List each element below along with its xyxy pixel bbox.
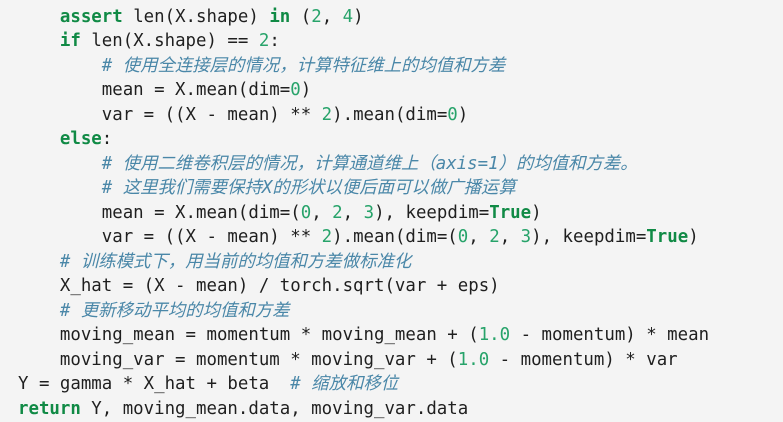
- code-keyword: if: [59, 31, 81, 51]
- code-number: 0: [447, 105, 458, 125]
- code-text: ): [300, 80, 312, 100]
- code-number: 2: [321, 105, 333, 125]
- code-text: ): [531, 203, 542, 223]
- code-comment: # 使用全连接层的情况，计算特征维上的均值和方差: [101, 56, 506, 76]
- code-line: # 这里我们需要保持X的形状以便后面可以做广播运算: [18, 176, 516, 200]
- code-line: var = ((X - mean) ** 2).mean(dim=0): [18, 103, 469, 127]
- code-text: Y, moving_mean.data, moving_var.data: [80, 399, 469, 419]
- code-text: ,: [342, 203, 364, 223]
- code-number: 1.0: [457, 350, 490, 370]
- code-comment: # 缩放和移位: [290, 374, 399, 394]
- code-number: 0: [457, 227, 469, 247]
- code-text: Y = gamma * X_hat + beta: [18, 374, 291, 394]
- code-text: (: [290, 7, 312, 27]
- code-line: Y = gamma * X_hat + beta # 缩放和移位: [18, 372, 398, 396]
- code-keyword: in: [269, 7, 291, 27]
- code-text: - momentum) * mean: [510, 325, 710, 345]
- code-keyword: assert: [59, 7, 123, 27]
- code-comment: # 训练模式下，用当前的均值和方差做标准化: [59, 252, 412, 272]
- code-line: # 使用全连接层的情况，计算特征维上的均值和方差: [18, 54, 506, 78]
- code-number: 2: [311, 7, 322, 27]
- code-line: if len(X.shape) == 2:: [18, 29, 280, 53]
- code-text: ).mean(dim=: [332, 105, 448, 125]
- code-comment: # 更新移动平均的均值和方差: [59, 301, 290, 321]
- code-keyword: return: [18, 399, 81, 419]
- code-text: ,: [311, 203, 333, 223]
- code-line: # 训练模式下，用当前的均值和方差做标准化: [18, 250, 411, 274]
- code-line: var = ((X - mean) ** 2).mean(dim=(0, 2, …: [18, 225, 699, 249]
- code-line: moving_mean = momentum * moving_mean + (…: [18, 323, 709, 347]
- code-number: 0: [300, 203, 312, 223]
- code-text: ): [353, 7, 364, 27]
- code-number: 2: [332, 203, 343, 223]
- code-line: mean = X.mean(dim=0): [18, 78, 311, 102]
- code-number: 2: [258, 31, 270, 51]
- code-text: var = ((X - mean) **: [101, 105, 322, 125]
- code-line: # 使用二维卷积层的情况，计算通道维上（axis=1）的均值和方差。: [18, 152, 638, 176]
- code-line: return Y, moving_mean.data, moving_var.d…: [18, 397, 468, 421]
- code-keyword: True: [489, 203, 532, 223]
- code-line: moving_var = momentum * moving_var + (1.…: [18, 348, 678, 372]
- code-text: ): [688, 227, 699, 247]
- code-line: mean = X.mean(dim=(0, 2, 3), keepdim=Tru…: [18, 201, 542, 225]
- code-text: len(X.shape): [122, 7, 270, 27]
- code-number: 0: [290, 80, 301, 100]
- code-comment: # 这里我们需要保持X的形状以便后面可以做广播运算: [101, 178, 516, 198]
- code-text: len(X.shape) ==: [80, 31, 259, 51]
- code-number: 3: [520, 227, 532, 247]
- code-line: # 更新移动平均的均值和方差: [18, 299, 290, 323]
- code-keyword: else: [59, 129, 102, 149]
- code-text: moving_var = momentum * moving_var + (: [59, 350, 458, 370]
- code-text: ,: [468, 227, 490, 247]
- code-text: ).mean(dim=(: [332, 227, 458, 247]
- code-text: - momentum) * var: [489, 350, 678, 370]
- code-line: X_hat = (X - mean) / torch.sqrt(var + ep…: [18, 274, 500, 298]
- code-number: 2: [321, 227, 333, 247]
- code-text: ), keepdim=: [531, 227, 647, 247]
- code-number: 4: [342, 7, 354, 27]
- code-text: mean = X.mean(dim=: [101, 80, 291, 100]
- code-number: 1.0: [478, 325, 511, 345]
- code-text: ), keepdim=: [374, 203, 490, 223]
- code-text: ,: [321, 7, 343, 27]
- code-number: 2: [489, 227, 500, 247]
- code-text: var = ((X - mean) **: [101, 227, 322, 247]
- code-text: X_hat = (X - mean) / torch.sqrt(var + ep…: [59, 276, 500, 296]
- code-text: :: [101, 129, 113, 149]
- code-line: else:: [18, 127, 112, 151]
- code-text: ): [457, 105, 469, 125]
- code-text: mean = X.mean(dim=(: [101, 203, 301, 223]
- code-editor: assert len(X.shape) in (2, 4) if len(X.s…: [0, 0, 783, 422]
- code-text: :: [269, 31, 280, 51]
- code-keyword: True: [646, 227, 689, 247]
- code-text: ,: [499, 227, 521, 247]
- code-text: moving_mean = momentum * moving_mean + (: [59, 325, 479, 345]
- code-comment: # 使用二维卷积层的情况，计算通道维上（axis=1）的均值和方差。: [101, 154, 638, 174]
- code-line: assert len(X.shape) in (2, 4): [18, 5, 364, 29]
- code-number: 3: [363, 203, 375, 223]
